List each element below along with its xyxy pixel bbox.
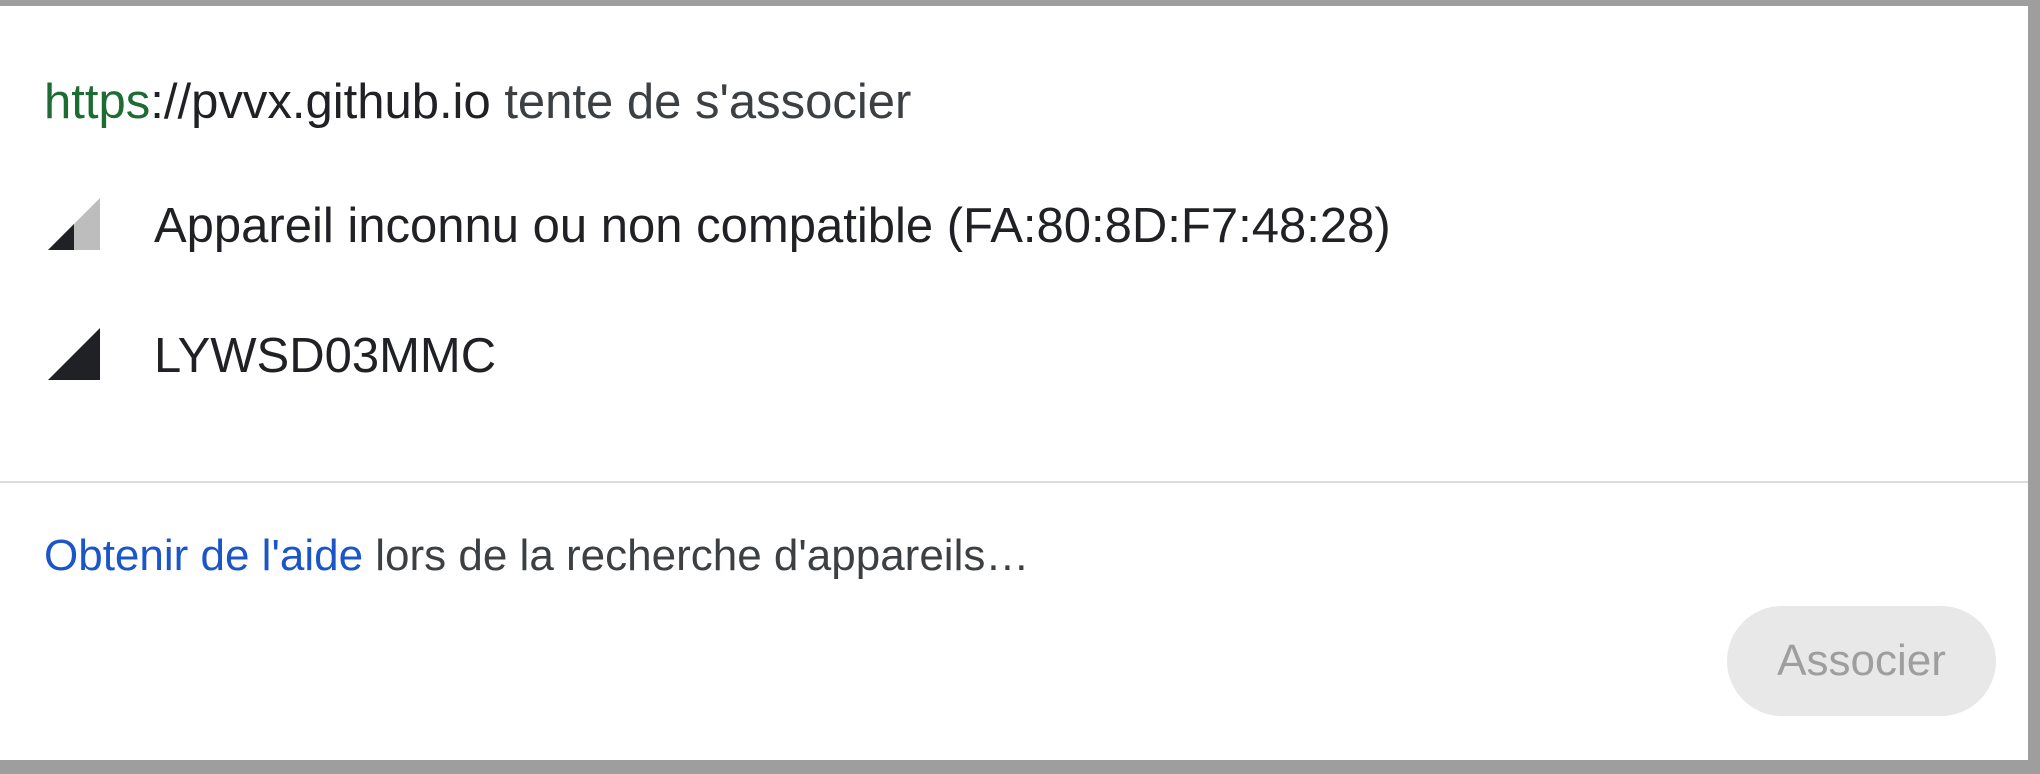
signal-strong-icon <box>48 328 100 380</box>
device-list-item[interactable]: LYWSD03MMC <box>44 316 496 396</box>
signal-weak-icon <box>48 198 100 250</box>
url-scheme: https <box>44 75 151 129</box>
device-name: Appareil inconnu ou non compatible (FA:8… <box>154 199 1391 253</box>
url-host: ://pvvx.github.io <box>150 75 491 129</box>
help-link[interactable]: Obtenir de l'aide <box>44 531 363 580</box>
help-text: Obtenir de l'aide lors de la recherche d… <box>44 526 1029 586</box>
title-suffix: tente de s'associer <box>490 75 912 129</box>
device-name: LYWSD03MMC <box>154 329 497 383</box>
help-suffix: lors de la recherche d'appareils… <box>363 531 1030 580</box>
associate-button[interactable]: Associer <box>1727 606 1996 716</box>
device-list-item[interactable]: Appareil inconnu ou non compatible (FA:8… <box>44 186 1391 266</box>
dialog-title: https://pvvx.github.io tente de s'associ… <box>44 70 911 134</box>
divider <box>0 481 2028 483</box>
bluetooth-pairing-dialog: https://pvvx.github.io tente de s'associ… <box>0 6 2028 760</box>
